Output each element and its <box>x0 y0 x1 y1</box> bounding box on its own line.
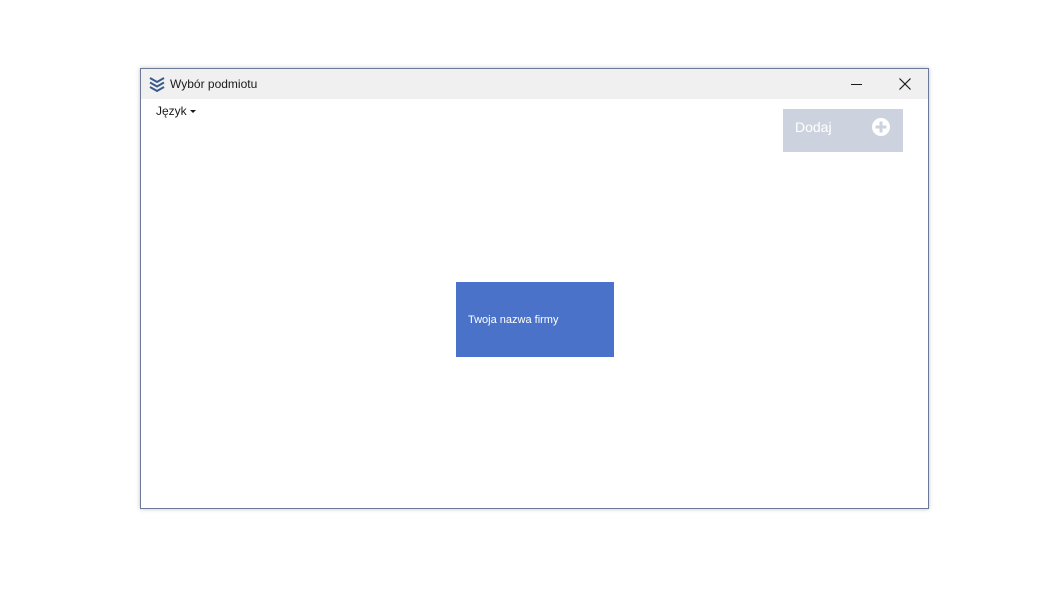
close-button[interactable] <box>882 69 928 99</box>
close-icon <box>899 78 911 90</box>
layers-chevron-icon <box>149 77 165 93</box>
language-menu[interactable]: Język <box>156 104 196 118</box>
caret-down-icon <box>189 110 196 113</box>
entity-selection-window: Wybór podmiotu Język Dodaj Twoja nazwa f… <box>140 68 929 509</box>
company-tile[interactable]: Twoja nazwa firmy <box>456 282 614 357</box>
minimize-icon <box>851 84 862 85</box>
title-bar[interactable]: Wybór podmiotu <box>141 69 928 99</box>
window-title: Wybór podmiotu <box>170 77 258 91</box>
minimize-button[interactable] <box>834 69 880 99</box>
add-button-label: Dodaj <box>795 119 832 135</box>
language-menu-label: Język <box>156 104 187 118</box>
company-name: Twoja nazwa firmy <box>468 314 559 326</box>
plus-circle-icon <box>872 118 890 136</box>
add-button[interactable]: Dodaj <box>783 109 903 152</box>
